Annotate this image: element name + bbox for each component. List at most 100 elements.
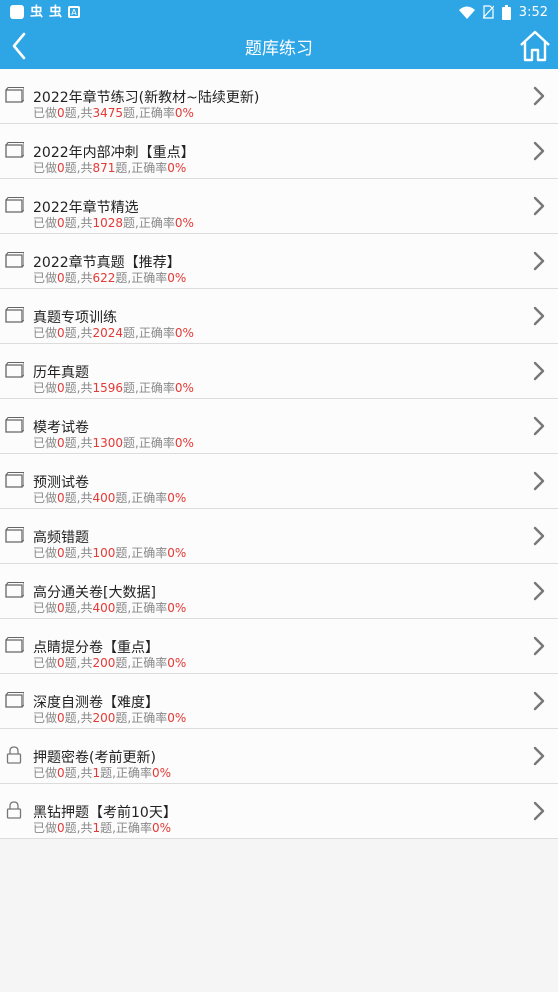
- book-icon: [4, 691, 25, 709]
- chevron-right-icon: [532, 745, 546, 767]
- item-stats: 已做0题,共1题,正确率0%: [33, 764, 171, 781]
- done-suffix: 题,共: [64, 656, 93, 670]
- list-item[interactable]: 高分通关卷[大数据] 已做0题,共400题,正确率0%: [0, 564, 558, 619]
- total-count: 1: [92, 821, 101, 835]
- done-suffix: 题,共: [64, 491, 93, 505]
- chevron-right-icon: [532, 140, 546, 162]
- list-item[interactable]: 预测试卷 已做0题,共400题,正确率0%: [0, 454, 558, 509]
- total-count: 3475: [92, 106, 124, 120]
- list-item[interactable]: 押题密卷(考前更新) 已做0题,共1题,正确率0%: [0, 729, 558, 784]
- accuracy-value: 0%: [167, 271, 187, 285]
- item-stats: 已做0题,共871题,正确率0%: [33, 159, 186, 176]
- chevron-right-icon: [532, 415, 546, 437]
- accuracy-value: 0%: [174, 436, 194, 450]
- done-suffix: 题,共: [64, 161, 93, 175]
- book-icon: [4, 141, 25, 159]
- done-prefix: 已做: [33, 821, 58, 835]
- done-count: 0: [57, 381, 65, 395]
- done-suffix: 题,共: [64, 711, 93, 725]
- total-suffix: 题,正确率: [123, 436, 175, 450]
- done-count: 0: [57, 161, 65, 175]
- done-prefix: 已做: [33, 216, 58, 230]
- battery-icon: [501, 4, 511, 20]
- total-suffix: 题,正确率: [115, 656, 168, 670]
- chevron-right-icon: [532, 580, 546, 602]
- book-icon: [4, 196, 25, 214]
- total-count: 1596: [92, 381, 124, 395]
- total-suffix: 题,正确率: [115, 546, 168, 560]
- accuracy-value: 0%: [167, 546, 187, 560]
- done-count: 0: [57, 711, 65, 725]
- done-suffix: 题,共: [64, 326, 93, 340]
- a-badge-icon: A: [68, 6, 81, 18]
- list-item[interactable]: 2022年章节精选 已做0题,共1028题,正确率0%: [0, 179, 558, 234]
- total-count: 400: [92, 601, 116, 615]
- chevron-right-icon: [532, 635, 546, 657]
- total-suffix: 题,正确率: [123, 381, 175, 395]
- done-prefix: 已做: [33, 436, 58, 450]
- accuracy-value: 0%: [151, 821, 171, 835]
- accuracy-value: 0%: [174, 216, 194, 230]
- total-suffix: 题,正确率: [115, 491, 168, 505]
- book-icon: [4, 251, 25, 269]
- list-item[interactable]: 点睛提分卷【重点】 已做0题,共200题,正确率0%: [0, 619, 558, 674]
- item-stats: 已做0题,共3475题,正确率0%: [33, 104, 194, 121]
- home-button[interactable]: [518, 28, 552, 64]
- done-prefix: 已做: [33, 766, 58, 780]
- done-count: 0: [57, 546, 65, 560]
- done-prefix: 已做: [33, 326, 58, 340]
- list-item[interactable]: 高频错题 已做0题,共100题,正确率0%: [0, 509, 558, 564]
- book-icon: [4, 416, 25, 434]
- done-suffix: 题,共: [64, 821, 93, 835]
- chevron-right-icon: [532, 85, 546, 107]
- done-count: 0: [57, 656, 65, 670]
- item-stats: 已做0题,共1题,正确率0%: [33, 819, 171, 836]
- page-title: 题库练习: [245, 39, 313, 59]
- list-item[interactable]: 2022年章节练习(新教材~陆续更新) 已做0题,共3475题,正确率0%: [0, 69, 558, 124]
- bug-notification-icon-2: 虫: [49, 4, 63, 20]
- item-stats: 已做0题,共400题,正确率0%: [33, 599, 186, 616]
- book-icon: [4, 471, 25, 489]
- done-count: 0: [57, 436, 65, 450]
- done-suffix: 题,共: [64, 436, 93, 450]
- total-suffix: 题,正确率: [100, 821, 152, 835]
- accuracy-value: 0%: [151, 766, 171, 780]
- book-icon: [4, 361, 25, 379]
- status-right: 3:52: [458, 4, 548, 20]
- total-count: 1028: [92, 216, 124, 230]
- top-bar: 虫 虫 A 3:52 题库练习: [0, 0, 558, 69]
- total-count: 100: [92, 546, 116, 560]
- item-stats: 已做0题,共622题,正确率0%: [33, 269, 186, 286]
- chevron-right-icon: [532, 195, 546, 217]
- list-item[interactable]: 模考试卷 已做0题,共1300题,正确率0%: [0, 399, 558, 454]
- list-item[interactable]: 2022年内部冲刺【重点】 已做0题,共871题,正确率0%: [0, 124, 558, 179]
- no-sim-icon: [482, 5, 494, 19]
- total-count: 2024: [92, 326, 124, 340]
- done-prefix: 已做: [33, 106, 58, 120]
- app-notification-icon: [10, 5, 24, 19]
- list-item[interactable]: 黑钻押题【考前10天】 已做0题,共1题,正确率0%: [0, 784, 558, 839]
- done-count: 0: [57, 106, 65, 120]
- total-count: 871: [92, 161, 116, 175]
- item-stats: 已做0题,共1028题,正确率0%: [33, 214, 194, 231]
- question-bank-list: 2022年章节练习(新教材~陆续更新) 已做0题,共3475题,正确率0% 2022…: [0, 69, 558, 839]
- done-count: 0: [57, 601, 65, 615]
- status-left: 虫 虫 A: [10, 4, 81, 20]
- done-suffix: 题,共: [64, 271, 93, 285]
- total-suffix: 题,正确率: [123, 216, 175, 230]
- accuracy-value: 0%: [167, 161, 187, 175]
- done-count: 0: [57, 271, 65, 285]
- item-stats: 已做0题,共100题,正确率0%: [33, 544, 186, 561]
- accuracy-value: 0%: [174, 106, 194, 120]
- list-item[interactable]: 深度自测卷【难度】 已做0题,共200题,正确率0%: [0, 674, 558, 729]
- home-icon: [520, 30, 550, 62]
- total-count: 200: [92, 656, 116, 670]
- list-item[interactable]: 真题专项训练 已做0题,共2024题,正确率0%: [0, 289, 558, 344]
- total-suffix: 题,正确率: [100, 766, 152, 780]
- chevron-right-icon: [532, 800, 546, 822]
- list-item[interactable]: 2022章节真题【推荐】 已做0题,共622题,正确率0%: [0, 234, 558, 289]
- back-button[interactable]: [6, 28, 38, 64]
- total-suffix: 题,正确率: [115, 711, 168, 725]
- total-count: 622: [92, 271, 116, 285]
- list-item[interactable]: 历年真题 已做0题,共1596题,正确率0%: [0, 344, 558, 399]
